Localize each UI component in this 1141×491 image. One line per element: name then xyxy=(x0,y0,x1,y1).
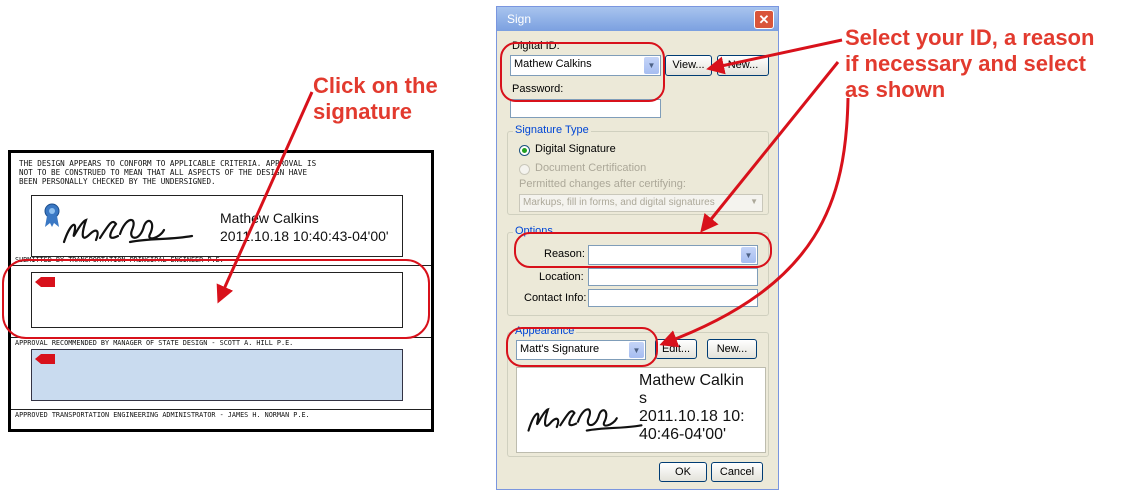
arrow-to-appearance-edit xyxy=(659,97,850,348)
annotation-arrows xyxy=(216,38,850,348)
arrow-to-reason-select xyxy=(700,61,840,233)
arrow-to-view-button xyxy=(706,38,843,75)
arrow-to-signature-field xyxy=(216,91,314,304)
